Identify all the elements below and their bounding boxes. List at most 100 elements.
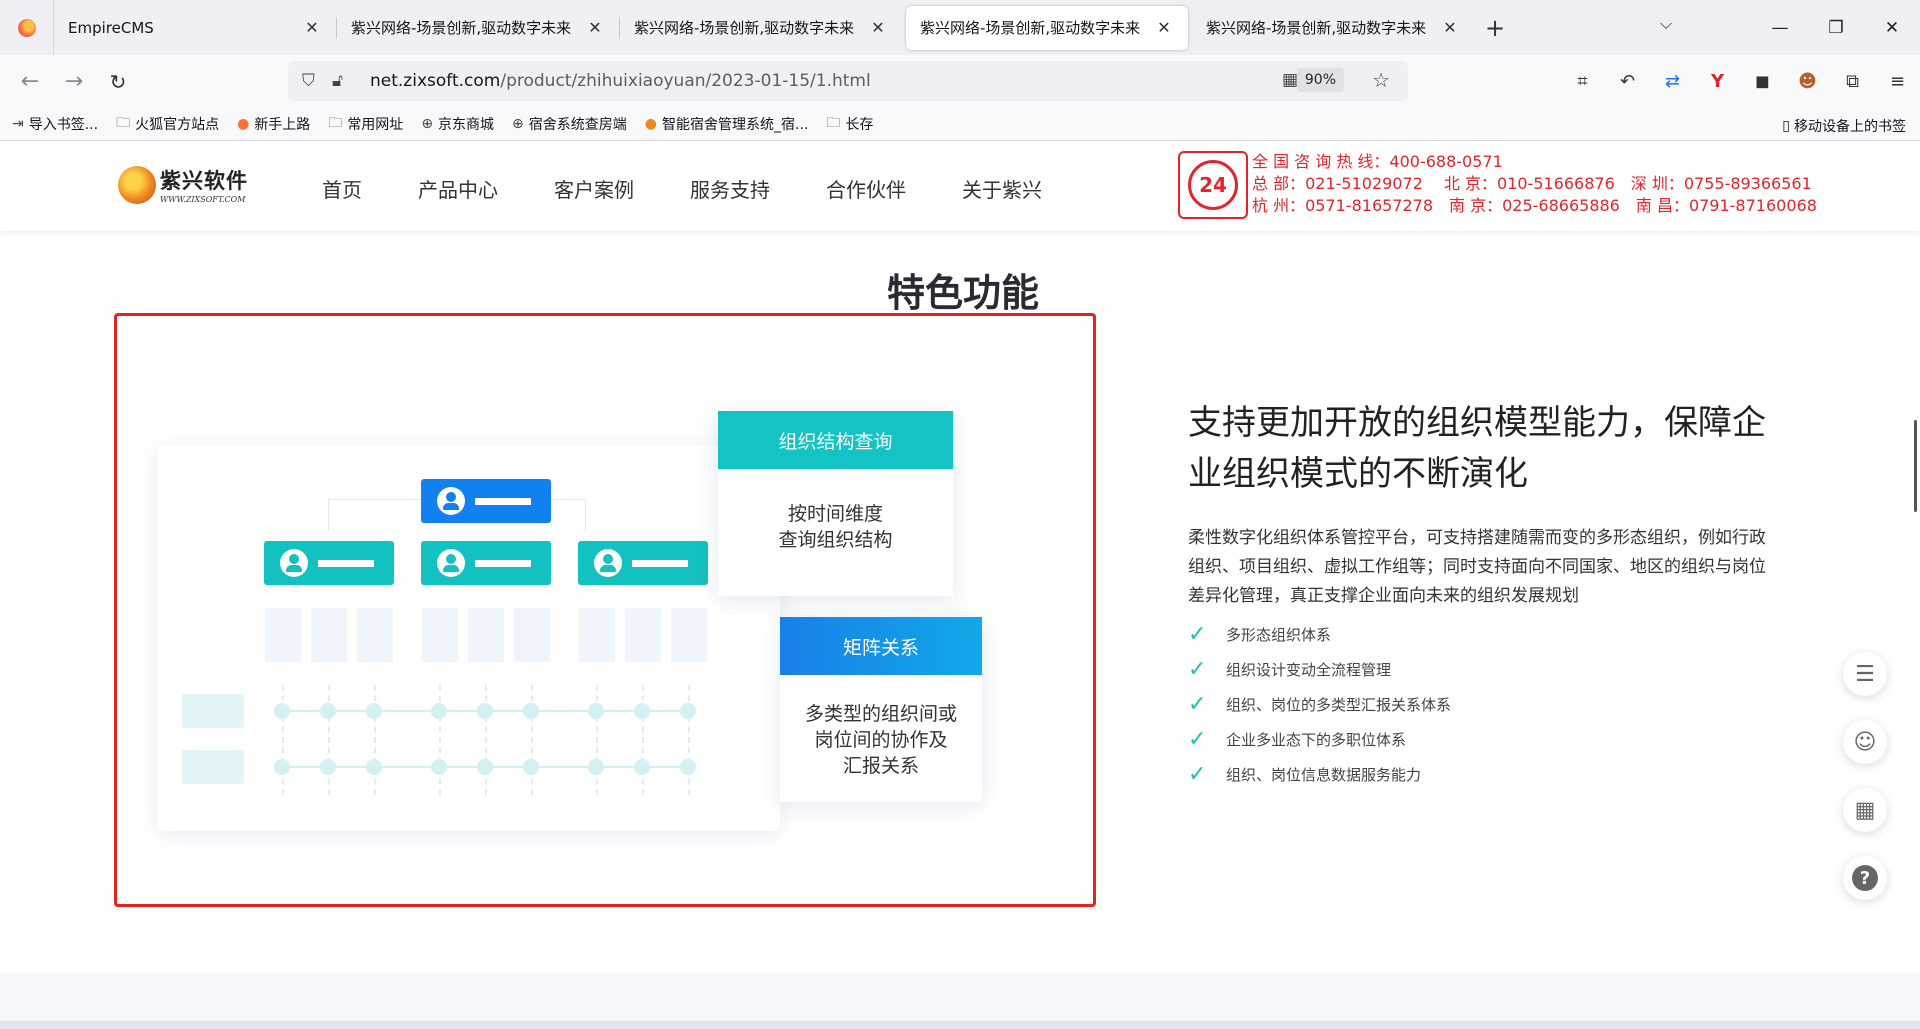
close-icon[interactable]: ✕ [868, 18, 888, 37]
org-cell [671, 608, 707, 662]
grid-dash [328, 685, 330, 795]
address-bar[interactable]: ⛉ 🔓︎ net.zixsoft.com/product/zhihuixiaoy… [288, 61, 1408, 101]
qr-code-icon[interactable]: ▦ [1843, 788, 1887, 832]
mobile-bookmarks[interactable]: ▯ 移动设备上的书签 [1782, 116, 1906, 136]
bookmark-firefox-site[interactable]: 🗀︎ 火狐官方站点 [116, 112, 219, 136]
bookmark-smart-dorm[interactable]: ● 智能宿舍管理系统_宿... [645, 114, 809, 134]
customer-service-icon[interactable]: ☺ [1843, 720, 1887, 764]
close-icon[interactable]: ✕ [585, 18, 605, 37]
insecure-lock-icon[interactable]: 🔓︎ [332, 71, 362, 91]
matrix-dot [634, 759, 650, 775]
list-item: ✓ 组织设计变动全流程管理 [1188, 652, 1778, 687]
org-cell [579, 608, 615, 662]
globe-icon: ⊕ [512, 116, 524, 132]
check-icon: ✓ [1188, 657, 1207, 682]
menu-hamburger-icon[interactable]: ≡ [1875, 71, 1920, 92]
close-icon[interactable]: ✕ [302, 18, 322, 37]
hotline-block: 24 全 国 咨 询 热 线：400-688-0571 总 部：021-5102… [1178, 151, 1817, 219]
nav-support[interactable]: 服务支持 [690, 174, 770, 203]
forward-arrow-icon[interactable]: → [52, 69, 96, 94]
shield-icon[interactable]: ⛉ [302, 71, 332, 91]
page-scrollbar[interactable] [1914, 420, 1917, 512]
tab-zixsoft-4[interactable]: 紫兴网络-场景创新,驱动数字未来 ✕ [1192, 6, 1474, 50]
check-icon: ✓ [1188, 762, 1207, 787]
matrix-dot [431, 703, 447, 719]
y-extension-icon[interactable]: Y [1695, 71, 1740, 92]
org-cell [311, 608, 347, 662]
matrix-dot [366, 703, 382, 719]
nav-home[interactable]: 首页 [322, 174, 362, 203]
restore-icon[interactable]: ❐ [1808, 18, 1864, 38]
next-section-band [0, 974, 1920, 1029]
help-question-icon[interactable]: ? [1843, 856, 1887, 900]
bookmark-getting-started[interactable]: ● 新手上路 [237, 114, 310, 134]
site-logo[interactable]: 紫兴软件 WWW.ZIXSOFT.COM [118, 165, 248, 204]
nav-about[interactable]: 关于紫兴 [962, 174, 1042, 203]
matrix-dot [274, 703, 290, 719]
hotline-offices-2: 杭 州：0571-81657278 南 京：025-68665886 南 昌：0… [1252, 196, 1817, 215]
tab-empirecms[interactable]: EmpireCMS ✕ [54, 6, 336, 50]
extension-black-icon[interactable]: ◼ [1740, 71, 1785, 92]
bookmark-jd[interactable]: ⊕ 京东商城 [421, 114, 494, 134]
grid-dash [688, 685, 690, 795]
nav-products[interactable]: 产品中心 [418, 174, 498, 203]
url-host: net.zixsoft.com [370, 71, 501, 91]
site-header: 紫兴软件 WWW.ZIXSOFT.COM 首页 产品中心 客户案例 服务支持 合… [0, 141, 1920, 231]
bookmark-import[interactable]: ⇥ 导入书签... [12, 114, 98, 134]
menu-list-icon[interactable]: ☰ [1843, 652, 1887, 696]
sync-icon[interactable]: ⇄ [1650, 71, 1695, 92]
feature-item-label: 组织、岗位的多类型汇报关系体系 [1226, 696, 1452, 714]
list-item: ✓ 企业多业态下的多职位体系 [1188, 722, 1778, 757]
matrix-dot [366, 759, 382, 775]
close-icon[interactable]: ✕ [1154, 18, 1174, 37]
user-avatar-icon [594, 549, 622, 577]
chevron-down-icon[interactable]: ⌵ [1660, 14, 1672, 34]
back-arrow-icon[interactable]: ← [8, 69, 52, 94]
org-connector [585, 499, 586, 531]
org-chart-illustration [157, 445, 780, 831]
bookmark-star-icon[interactable]: ☆ [1372, 68, 1390, 92]
org-cell [625, 608, 661, 662]
matrix-relation-card: 矩阵关系 多类型的组织间或 岗位间的协作及 汇报关系 [780, 617, 982, 802]
bookmark-dorm-check[interactable]: ⊕ 宿舍系统查房端 [512, 114, 627, 134]
zoom-level[interactable]: 90% [1296, 68, 1344, 92]
matrix-relation-card-title: 矩阵关系 [780, 617, 982, 675]
band-strip [0, 1021, 1920, 1029]
url-text[interactable]: net.zixsoft.com/product/zhihuixiaoyuan/2… [370, 71, 871, 91]
bookmark-label: 宿舍系统查房端 [528, 117, 627, 133]
firefox-menu-icon[interactable] [0, 0, 54, 55]
screenshot-crop-icon[interactable]: ⌗ [1560, 71, 1605, 92]
matrix-dot [588, 759, 604, 775]
list-item: ✓ 组织、岗位信息数据服务能力 [1188, 757, 1778, 792]
org-cell [357, 608, 393, 662]
logo-url: WWW.ZIXSOFT.COM [160, 195, 246, 204]
tab-label: 紫兴网络-场景创新,驱动数字未来 [920, 19, 1141, 37]
matrix-dot [274, 759, 290, 775]
tab-zixsoft-1[interactable]: 紫兴网络-场景创新,驱动数字未来 ✕ [337, 6, 619, 50]
check-icon: ✓ [1188, 622, 1207, 647]
qr-code-icon[interactable]: ▦ [1282, 70, 1298, 90]
import-icon: ⇥ [12, 116, 24, 132]
grid-dash [485, 685, 487, 795]
matrix-relation-card-text: 汇报关系 [842, 755, 919, 777]
bookmark-changcun[interactable]: 🗀︎ 长存 [826, 112, 873, 136]
minimize-icon[interactable]: — [1752, 18, 1808, 38]
matrix-dot [477, 759, 493, 775]
matrix-relation-card-text: 岗位间的协作及 [814, 729, 948, 751]
matrix-dot [634, 703, 650, 719]
extension-monkey-icon[interactable]: ☻ [1785, 71, 1830, 92]
nav-partners[interactable]: 合作伙伴 [826, 174, 906, 203]
bookmark-label: 火狐官方站点 [135, 117, 220, 133]
undo-close-tab-icon[interactable]: ↶ [1605, 71, 1650, 92]
reload-icon[interactable]: ↻ [96, 70, 140, 94]
tab-zixsoft-2[interactable]: 紫兴网络-场景创新,驱动数字未来 ✕ [620, 6, 902, 50]
new-tab-plus-icon[interactable]: + [1474, 14, 1516, 42]
matrix-dot [431, 759, 447, 775]
close-icon[interactable]: ✕ [1440, 18, 1460, 37]
extensions-puzzle-icon[interactable]: ⧉ [1830, 71, 1875, 92]
nav-cases[interactable]: 客户案例 [554, 174, 634, 203]
bookmark-common-sites[interactable]: 🗀︎ 常用网址 [328, 112, 403, 136]
close-window-icon[interactable]: ✕ [1864, 18, 1920, 38]
navigation-bar: ← → ↻ ⛉ 🔓︎ net.zixsoft.com/product/zhihu… [0, 55, 1920, 108]
tab-zixsoft-3-active[interactable]: 紫兴网络-场景创新,驱动数字未来 ✕ [906, 5, 1188, 50]
